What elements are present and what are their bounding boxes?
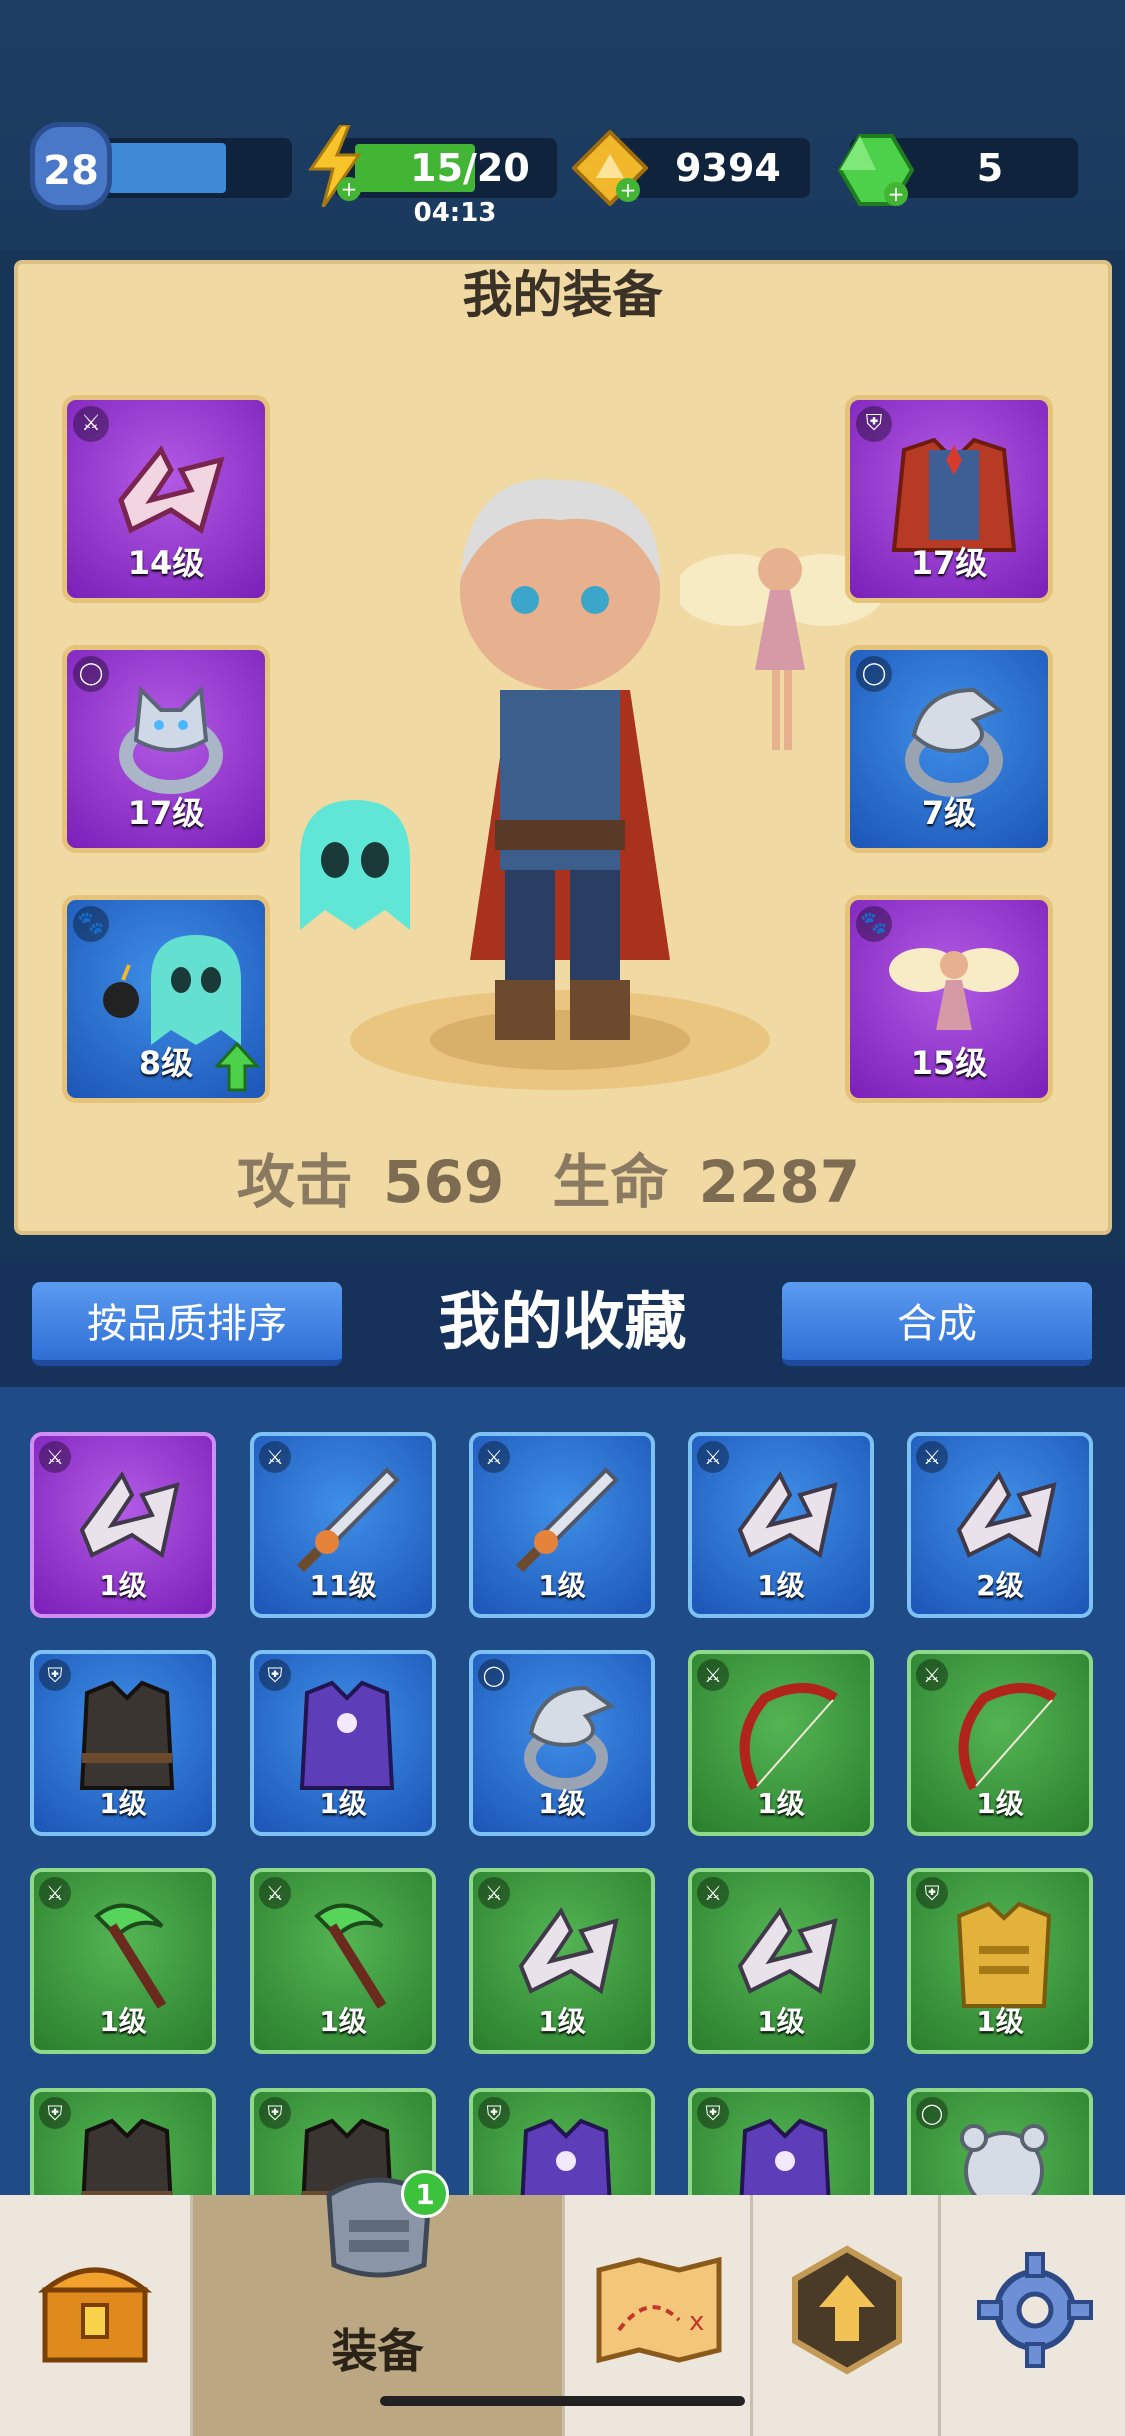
equipment-title: 我的装备: [462, 266, 663, 324]
top-background: [0, 0, 1125, 250]
collection-item[interactable]: ⛨ 1级: [250, 1650, 436, 1836]
item-level: 1级: [99, 1569, 147, 1602]
bow-icon: [739, 1683, 838, 1791]
equip-slot-weapon[interactable]: ⚔ 14级: [62, 395, 270, 603]
energy-value: 15/20: [410, 146, 530, 190]
collection-item[interactable]: ◯ 1级: [469, 1650, 655, 1836]
shuriken-icon: [737, 1907, 838, 1995]
collection-item[interactable]: ⚔ 1级: [688, 1432, 874, 1618]
collection-item[interactable]: ⚔ 2级: [907, 1432, 1093, 1618]
upgrade-arrow-icon: [215, 1042, 259, 1092]
collection-item[interactable]: ⚔ 1级: [469, 1432, 655, 1618]
xp-fill: [108, 143, 226, 193]
nav-upgrade[interactable]: [750, 2195, 938, 2436]
equip-slot-level: 17级: [127, 794, 205, 832]
item-level: 1级: [538, 1787, 586, 1820]
scythe-icon: [94, 1903, 167, 2009]
robe-armor-icon: [299, 1680, 395, 1790]
equip-slot-armor[interactable]: ⛨ 17级: [845, 395, 1053, 603]
nav-chest[interactable]: [0, 2195, 190, 2436]
gold-coin-icon[interactable]: +: [571, 129, 649, 210]
scythe-icon: [314, 1903, 387, 2009]
equip-slot-pet-2[interactable]: 🐾 15级: [845, 895, 1053, 1103]
collection-item[interactable]: ⚔ 1级: [469, 1868, 655, 2054]
gold-value: 9394: [675, 146, 781, 190]
shuriken-icon: [118, 445, 225, 534]
collection-item[interactable]: ⚔ 1级: [250, 1868, 436, 2054]
equip-slot-level: 17级: [910, 544, 988, 582]
merge-button[interactable]: 合成: [782, 1282, 1092, 1366]
equip-slot-level: 14级: [127, 544, 205, 582]
equip-slot-ring[interactable]: ◯ 17级: [62, 645, 270, 853]
item-level: 1级: [976, 1787, 1024, 1820]
bow-icon: [958, 1683, 1057, 1791]
item-level: 1级: [538, 1569, 586, 1602]
item-level: 1级: [757, 2005, 805, 2038]
collection-item[interactable]: ⚔ 1级: [907, 1650, 1093, 1836]
shuriken-icon: [79, 1471, 180, 1559]
item-level: 1级: [319, 1787, 367, 1820]
energy-timer: 04:13: [413, 198, 497, 228]
sword-icon: [515, 1467, 619, 1573]
eagle-ring-icon: [905, 687, 1003, 797]
lightning-icon[interactable]: +: [305, 123, 365, 211]
hero-stats: 攻击 569 生命 2287: [0, 1135, 1125, 1219]
hp-label: 生命: [552, 1148, 669, 1216]
equip-slot-pet[interactable]: 🐾 8级: [62, 895, 270, 1103]
equip-slot-ring-2[interactable]: ◯ 7级: [845, 645, 1053, 853]
svg-text:+: +: [341, 177, 358, 201]
svg-text:+: +: [620, 178, 637, 202]
green-gem-icon[interactable]: +: [837, 132, 915, 212]
vest-armor-icon: [79, 1680, 175, 1790]
equip-slot-level: 15级: [910, 1044, 988, 1082]
collection-item[interactable]: ⚔ 1级: [30, 1868, 216, 2054]
collection-item[interactable]: ⚔ 1级: [688, 1868, 874, 2054]
svg-text:x: x: [689, 2307, 704, 2337]
home-indicator: [380, 2396, 745, 2406]
collection-item[interactable]: ⛨ 1级: [30, 1650, 216, 1836]
gear-icon: [977, 2252, 1093, 2368]
item-level: 1级: [757, 1787, 805, 1820]
item-level: 1级: [976, 2005, 1024, 2038]
collection-item[interactable]: ⚔ 1级: [30, 1432, 216, 1618]
collection-item[interactable]: ⚔ 11级: [250, 1432, 436, 1618]
item-level: 1级: [757, 1569, 805, 1602]
collection-item[interactable]: ⛨ 1级: [907, 1868, 1093, 2054]
ghost-pet: [280, 790, 430, 944]
shuriken-icon: [737, 1471, 838, 1559]
attack-value: 569: [383, 1148, 505, 1216]
equipment-badge: 1: [401, 2170, 449, 2218]
collection-item[interactable]: ⚔ 1级: [688, 1650, 874, 1836]
gem-value: 5: [976, 146, 1004, 190]
eagle-ring-icon: [524, 1685, 616, 1790]
svg-text:+: +: [888, 182, 905, 206]
item-level: 11级: [309, 1569, 377, 1602]
item-level: 2级: [976, 1569, 1024, 1602]
hp-value: 2287: [698, 1148, 861, 1216]
ghost-pet-icon: [103, 935, 241, 1045]
gold-armor-icon: [956, 1901, 1052, 2008]
equip-slot-level: 7级: [921, 794, 977, 832]
item-level: 1级: [538, 2005, 586, 2038]
map-icon: x: [596, 2256, 722, 2364]
item-level: 1级: [99, 1787, 147, 1820]
attack-label: 攻击: [236, 1148, 353, 1216]
nav-settings[interactable]: [938, 2195, 1125, 2436]
item-level: 1级: [319, 2005, 367, 2038]
shuriken-icon: [956, 1471, 1057, 1559]
sword-icon: [296, 1467, 400, 1573]
item-level: 1级: [99, 2005, 147, 2038]
player-level-badge[interactable]: 28: [30, 122, 112, 210]
wolf-ring-icon: [119, 685, 223, 794]
energy-bar: 15/20: [335, 138, 557, 198]
nav-equipment-label: 装备: [331, 2324, 424, 2378]
chest-icon: [37, 2267, 153, 2363]
shuriken-icon: [518, 1907, 619, 1995]
upgrade-icon: [792, 2245, 902, 2375]
